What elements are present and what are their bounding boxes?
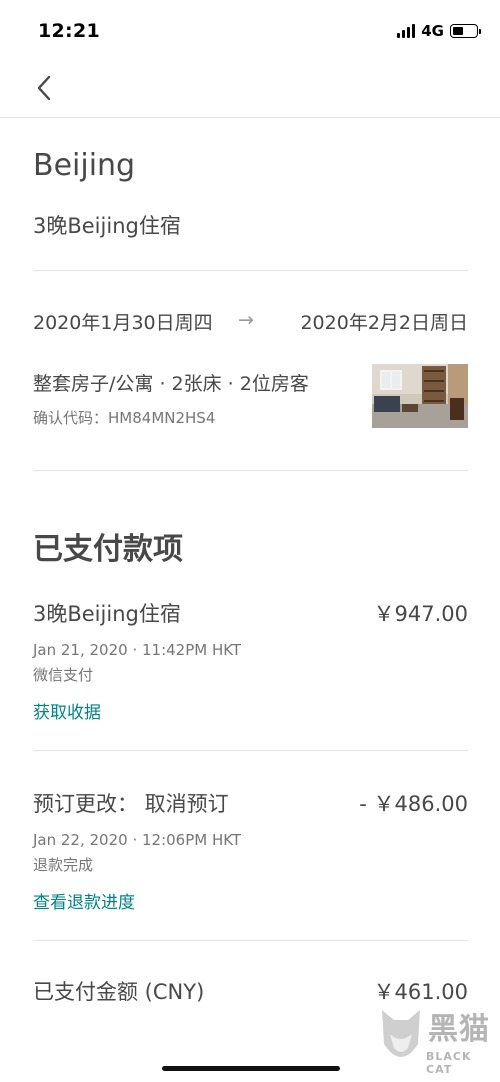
signal-icon bbox=[397, 24, 416, 38]
check-in-date: 2020年1月30日周四 bbox=[33, 312, 213, 334]
payment-amount: ￥947.00 bbox=[373, 602, 468, 626]
listing-photo-image bbox=[372, 364, 468, 428]
confirmation-label: 确认代码： bbox=[33, 409, 109, 427]
watermark-text: 黑猫 bbox=[428, 1012, 490, 1047]
listing-photo[interactable] bbox=[372, 364, 468, 428]
payment-datetime: Jan 21, 2020 · 11:42PM HKT bbox=[33, 641, 242, 659]
network-type: 4G bbox=[421, 22, 444, 40]
divider bbox=[33, 750, 468, 751]
payment-name: 3晚Beijing住宿 bbox=[33, 602, 181, 626]
total-paid-label: 已支付金额 (CNY) bbox=[33, 980, 205, 1004]
status-time: 12:21 bbox=[38, 20, 100, 42]
listing-description: 整套房子/公寓 · 2张床 · 2位房客 bbox=[33, 373, 309, 395]
view-refund-progress-link[interactable]: 查看退款进度 bbox=[33, 888, 135, 913]
payment-method: 微信支付 bbox=[33, 666, 94, 684]
check-out-date: 2020年2月2日周日 bbox=[300, 312, 468, 334]
get-receipt-link[interactable]: 获取收据 bbox=[33, 698, 101, 723]
divider bbox=[33, 940, 468, 941]
status-icons: 4G bbox=[397, 20, 481, 42]
nav-bar bbox=[0, 60, 500, 118]
payment-name: 预订更改： 取消预订 bbox=[33, 792, 229, 816]
payment-datetime: Jan 22, 2020 · 12:06PM HKT bbox=[33, 831, 242, 849]
refund-status: 退款完成 bbox=[33, 856, 94, 874]
home-indicator[interactable] bbox=[162, 1066, 340, 1071]
section-title-payments: 已支付款项 bbox=[33, 532, 183, 567]
payment-amount: - ￥486.00 bbox=[359, 792, 468, 816]
arrow-right-icon: → bbox=[238, 309, 254, 331]
divider bbox=[33, 470, 468, 471]
confirmation-value: HM84MN2HS4 bbox=[108, 409, 216, 427]
watermark-subtext: BLACK CAT bbox=[426, 1050, 472, 1076]
status-bar: 12:21 4G bbox=[0, 0, 500, 60]
battery-icon bbox=[450, 24, 481, 38]
city-title: Beijing bbox=[33, 148, 136, 183]
confirmation-code: 确认代码：HM84MN2HS4 bbox=[33, 407, 215, 428]
back-button[interactable] bbox=[26, 70, 62, 106]
divider bbox=[33, 270, 468, 271]
watermark: 黑猫 BLACK CAT bbox=[376, 1002, 496, 1078]
date-range: 2020年1月30日周四 → 2020年2月2日周日 bbox=[33, 308, 468, 334]
stay-title: 3晚Beijing住宿 bbox=[33, 214, 181, 238]
black-cat-logo-icon bbox=[382, 1010, 420, 1057]
chevron-left-icon bbox=[37, 75, 51, 101]
